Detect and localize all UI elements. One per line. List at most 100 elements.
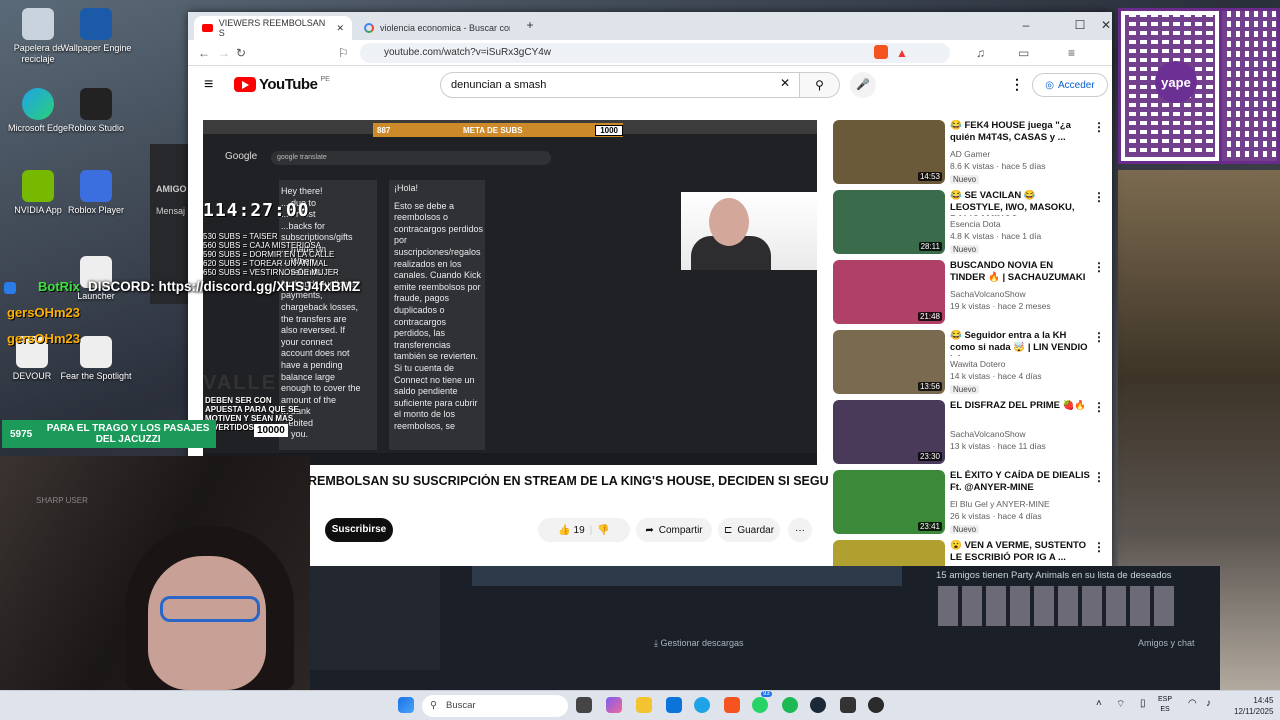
desktop-icon-wallpaper-engine[interactable]: Wallpaper Engine [58,8,134,54]
recommendation-item[interactable]: 28:11 😂 SE VACILAN 😂 LEOSTYLE, IWO, MASOK… [833,190,1105,254]
system-clock[interactable]: 14:45 12/11/2025 [1234,695,1273,717]
recommendation-item[interactable]: 23:30 EL DISFRAZ DEL PRIME 🍓🔥 SachaVolcano… [833,400,1105,464]
minimize-icon[interactable]: – [1016,18,1036,32]
manage-downloads-button[interactable]: ⤓ Gestionar descargas [654,638,744,649]
dislike-icon[interactable]: 👎 [597,525,609,536]
more-options-icon[interactable]: ⋮ [1093,540,1105,554]
recommendation-title[interactable]: EL DISFRAZ DEL PRIME 🍓🔥 [950,400,1090,412]
signin-button[interactable]: ◎ Acceder [1032,73,1108,97]
network-icon[interactable]: ⌔ [1116,698,1125,711]
channel-name[interactable]: Esencia Dota [950,219,1001,229]
search-button[interactable]: ⚲ [800,72,840,98]
channel-name[interactable]: El Blu Gel y ANYER-MINE [950,499,1050,509]
like-button[interactable]: 👍 19 [558,525,584,536]
tab-google[interactable]: violencia economica - Buscar con Go [356,16,526,40]
start-icon[interactable] [398,697,414,713]
bookmark-icon[interactable]: ⚐ [338,46,349,60]
account-icon: ◎ [1045,79,1055,91]
recommendation-title[interactable]: 😮 VEN A VERME, SUSTENTO LE ESCRIBIÓ POR … [950,540,1090,564]
maximize-icon[interactable]: ☐ [1070,18,1090,32]
rewards-icon[interactable]: ▲ [896,46,908,60]
more-options-icon[interactable]: ⋮ [1010,76,1024,93]
more-options-icon[interactable]: ⋮ [1093,260,1105,274]
clear-search-icon[interactable]: ✕ [780,76,790,90]
video-thumbnail[interactable]: 28:11 [833,190,945,254]
recommendation-title[interactable]: EL ÉXITO Y CAÍDA DE DIEALIS Ft. @ANYER-M… [950,470,1090,494]
wallet-icon[interactable]: ▭ [1018,46,1029,60]
more-options-icon[interactable]: ⋮ [1093,120,1105,134]
channel-name[interactable]: SachaVolcanoShow [950,429,1026,439]
recommendation-title[interactable]: 😂 SE VACILAN 😂 LEOSTYLE, IWO, MASOKU, BA… [950,190,1090,216]
hamburger-menu-icon[interactable]: ≡ [204,76,213,94]
close-tab-icon[interactable]: ✕ [336,23,344,34]
desktop-icon-roblox-studio[interactable]: Roblox Studio [58,88,134,134]
video-thumbnail[interactable]: 14:53 [833,120,945,184]
extension-icon[interactable]: ♫ [976,46,985,60]
store-icon[interactable] [666,697,682,713]
app-icon[interactable] [840,697,856,713]
edge-icon[interactable] [694,697,710,713]
video-thumbnail[interactable]: 23:30 [833,400,945,464]
desktop-icon-roblox-player[interactable]: Roblox Player [58,170,134,216]
wifi-icon[interactable]: ◠ [1188,698,1197,709]
more-actions-button[interactable]: ··· [788,518,812,542]
channel-name[interactable]: SachaVolcanoShow [950,289,1026,299]
file-explorer-icon[interactable] [636,697,652,713]
taskbar-search[interactable]: ⚲ Buscar [422,695,568,717]
search-input[interactable]: denuncian a smash [440,72,800,98]
spotify-icon[interactable] [782,697,798,713]
recommendation-title[interactable]: 😂 FEK4 HOUSE juega "¿a quién M4T4S, CASA… [950,120,1090,144]
volume-icon[interactable]: ♪ [1206,698,1211,709]
recommendation-title[interactable]: 😂 Seguidor entra a la KH como si nada 🤯 … [950,330,1090,356]
valle-logo: VALLE [203,372,278,394]
friends-avatars[interactable] [938,586,1178,626]
sub-rewards-list: 530 SUBS = TAISER 560 SUBS = CAJA MISTER… [203,232,339,277]
new-badge: Nuevo [950,385,980,394]
channel-name[interactable]: AD Gamer [950,149,990,159]
friends-chat-button[interactable]: Amigos y chat [1138,638,1195,648]
recommendation-item[interactable]: 14:53 😂 FEK4 HOUSE juega "¿a quién M4T4S,… [833,120,1105,184]
channel-name[interactable]: Wawita Dotero [950,359,1005,369]
tab-youtube[interactable]: VIEWERS REEMBOLSAN S ✕ [194,16,352,40]
youtube-logo[interactable]: YouTube PE [234,76,330,93]
video-thumbnail[interactable]: 23:41 [833,470,945,534]
more-options-icon[interactable]: ⋮ [1093,190,1105,204]
more-options-icon[interactable]: ⋮ [1093,400,1105,414]
qr-code-right [1222,8,1280,164]
new-tab-icon[interactable]: + [520,18,540,32]
video-duration: 14:53 [917,172,942,181]
url-field[interactable]: youtube.com/watch?v=iSuRx3gCY4w [360,43,950,63]
share-button[interactable]: ➦ Compartir [636,518,712,542]
tray-chevron-icon[interactable]: ˄ [1096,698,1102,709]
obs-icon[interactable] [868,697,884,713]
inner-google-search: google translate [271,151,551,165]
chat-user-botrix: BotRix [38,279,80,294]
video-thumbnail[interactable] [833,540,945,566]
recommendation-item[interactable]: 21:48 BUSCANDO NOVIA EN TINDER 🔥 | SACHAU… [833,260,1105,324]
brave-shield-icon[interactable] [874,45,888,59]
steam-icon[interactable] [810,697,826,713]
language-indicator[interactable]: ESP ES [1158,695,1172,715]
voice-search-button[interactable]: 🎤 [850,72,876,98]
copilot-icon[interactable] [606,697,622,713]
subscribe-button[interactable]: Suscribirse [325,518,393,542]
more-options-icon[interactable]: ⋮ [1093,330,1105,344]
whatsapp-icon[interactable]: 93 [752,691,772,713]
reload-icon[interactable]: ↻ [236,46,246,60]
recommendation-item[interactable]: 23:41 EL ÉXITO Y CAÍDA DE DIEALIS Ft. @AN… [833,470,1105,534]
menu-icon[interactable]: ≡ [1068,46,1075,60]
video-thumbnail[interactable]: 13:56 [833,330,945,394]
task-view-icon[interactable] [576,697,592,713]
back-icon[interactable]: ← [198,46,210,60]
roblox-studio-icon [80,88,112,120]
recommendation-item[interactable]: 😮 VEN A VERME, SUSTENTO LE ESCRIBIÓ POR … [833,540,1105,566]
battery-icon[interactable]: ▯ [1140,698,1146,709]
recommendation-item[interactable]: 13:56 😂 Seguidor entra a la KH como si na… [833,330,1105,394]
brave-icon[interactable] [724,697,740,713]
forward-icon[interactable]: → [218,46,230,60]
recommendation-title[interactable]: BUSCANDO NOVIA EN TINDER 🔥 | SACHAUZUMAK… [950,260,1090,284]
save-button[interactable]: ⊏ Guardar [718,518,780,542]
close-window-icon[interactable]: ✕ [1096,18,1116,32]
video-thumbnail[interactable]: 21:48 [833,260,945,324]
more-options-icon[interactable]: ⋮ [1093,470,1105,484]
